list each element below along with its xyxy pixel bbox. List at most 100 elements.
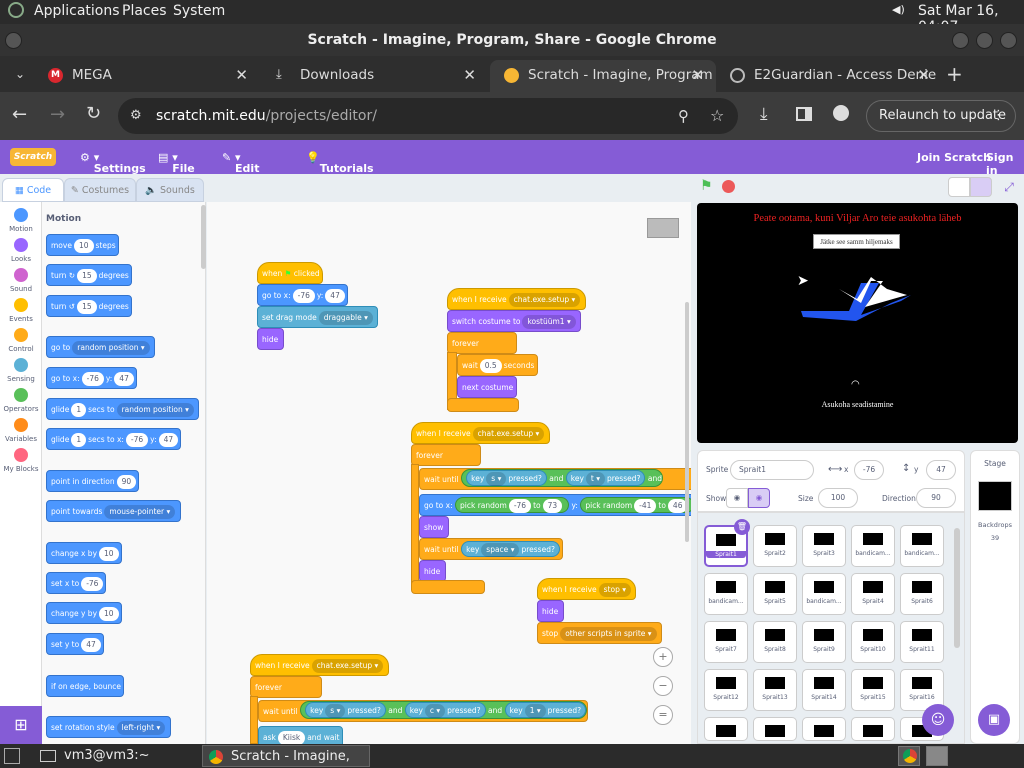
taskbar-terminal[interactable]: vm3@vm3:~ — [34, 746, 198, 766]
sprite-tile[interactable]: Sprait6 — [900, 573, 944, 615]
category-events[interactable]: Events — [0, 298, 42, 323]
point-direction-block[interactable]: point in direction 90 — [46, 470, 140, 492]
and-operator[interactable]: key s ▾ pressed? and key t ▾ pressed? and — [461, 469, 663, 487]
when-receive-hat[interactable]: when I receive stop ▾ — [537, 578, 637, 600]
rotation-style-block[interactable]: set rotation style left-right ▾ — [46, 716, 171, 738]
large-stage-icon[interactable] — [970, 177, 992, 197]
sprite-tile[interactable] — [753, 717, 797, 741]
forever-block[interactable]: forever — [411, 444, 481, 466]
tab-downloads[interactable]: ⤓ Downloads ✕ — [262, 60, 488, 92]
forward-icon[interactable]: → — [50, 104, 65, 125]
sprite-tile[interactable]: Sprait7 — [704, 621, 748, 663]
category-operators[interactable]: Operators — [0, 388, 42, 413]
ask-block[interactable]: ask Kiisk and wait — [258, 726, 343, 744]
sprite-tile[interactable]: Sprait14 — [802, 669, 846, 711]
when-receive-hat[interactable]: when I receive chat.exe.setup ▾ — [447, 288, 586, 310]
sprite-y-input[interactable]: 47 — [926, 460, 956, 480]
join-scratch-link[interactable]: Join Scratch — [917, 151, 991, 164]
close-tab-icon[interactable]: ✕ — [463, 60, 476, 90]
move-block[interactable]: move 10 steps — [46, 234, 120, 256]
close-tab-icon[interactable]: ✕ — [917, 60, 930, 90]
when-flag-hat[interactable]: when ⚑ clicked — [257, 262, 324, 284]
sprite-tile[interactable]: bandicam... — [900, 525, 944, 567]
next-costume-block[interactable]: next costume — [457, 376, 517, 398]
tab-code[interactable]: ▦ Code — [2, 178, 64, 202]
small-stage-icon[interactable] — [948, 177, 970, 197]
category-control[interactable]: Control — [0, 328, 42, 353]
sprite-tile[interactable]: bandicam... — [802, 573, 846, 615]
bounce-block[interactable]: if on edge, bounce — [46, 675, 125, 697]
glide-block[interactable]: glide 1 secs to random position ▾ — [46, 398, 200, 420]
sprite-size-input[interactable]: 100 — [818, 488, 858, 508]
volume-icon[interactable]: ◀) — [892, 3, 905, 16]
bookmark-star-icon[interactable]: ☆ — [710, 98, 724, 134]
goto-block[interactable]: go to random position ▾ — [46, 336, 155, 358]
stop-icon[interactable] — [722, 180, 735, 193]
sprite-x-input[interactable]: -76 — [854, 460, 884, 480]
category-my-blocks[interactable]: My Blocks — [0, 448, 42, 473]
sprite-tile[interactable] — [704, 717, 748, 741]
tab-search-icon[interactable]: ⌄ — [10, 64, 30, 84]
workspace-minimap[interactable] — [647, 218, 679, 238]
forever-block[interactable]: forever — [250, 676, 322, 698]
hide-block[interactable]: hide — [257, 328, 284, 350]
sprite-tile[interactable]: bandicam... — [704, 573, 748, 615]
sprite-tile[interactable] — [802, 717, 846, 741]
scratch-logo[interactable]: Scratch — [10, 148, 56, 166]
workspace-2[interactable] — [926, 746, 948, 766]
relaunch-button[interactable]: Relaunch to update ⋮ — [866, 100, 1016, 132]
sprite-tile[interactable]: Sprait2 — [753, 525, 797, 567]
settings-menu[interactable]: ⚙ Settings ▾ — [80, 151, 146, 175]
places-menu[interactable]: Places — [122, 3, 167, 19]
and-operator[interactable]: key s ▾ pressed? and key c ▾ pressed? and ke… — [300, 701, 588, 719]
wait-until-block[interactable]: wait until key s ▾ pressed? and key c ▾ pres… — [258, 700, 589, 722]
wait-block[interactable]: wait 0.5 seconds — [457, 354, 538, 376]
profile-icon[interactable] — [833, 105, 849, 121]
goto-xy-block[interactable]: go to x: -76 y: 47 — [257, 284, 348, 306]
address-bar[interactable]: ⚙ scratch.mit.edu/projects/editor/ ⚲ ☆ — [118, 98, 738, 134]
taskbar-chrome[interactable]: Scratch - Imagine, P... — [202, 745, 370, 767]
category-sound[interactable]: Sound — [0, 268, 42, 293]
sprite-tile[interactable]: Sprait15 — [851, 669, 895, 711]
zoom-icon[interactable]: ⚲ — [678, 98, 689, 134]
site-info-icon[interactable]: ⚙ — [130, 98, 142, 134]
window-menu-button[interactable] — [5, 32, 22, 49]
stage[interactable]: Peate ootama, kuni Viljar Aro teie asuko… — [697, 203, 1018, 443]
choose-sprite-button[interactable]: ☺ — [922, 704, 954, 736]
sprite-tile[interactable]: Sprait3 — [802, 525, 846, 567]
category-motion[interactable]: Motion — [0, 208, 42, 233]
sprite-name-input[interactable]: Sprait1 — [730, 460, 814, 480]
file-menu[interactable]: ▤ File ▾ — [158, 151, 195, 175]
sprite-tile[interactable]: Sprait11 — [900, 621, 944, 663]
when-receive-hat[interactable]: when I receive chat.exe.setup ▾ — [411, 422, 550, 444]
sprite-tile[interactable]: Sprait9 — [802, 621, 846, 663]
sprite-tile[interactable]: Sprait13 — [753, 669, 797, 711]
edit-menu[interactable]: ✎ Edit ▾ — [222, 151, 259, 175]
green-flag-icon[interactable]: ⚑ — [700, 178, 718, 196]
point-towards-block[interactable]: point towards mouse-pointer ▾ — [46, 500, 181, 522]
skip-button[interactable]: Jätke see samm hiljemaks — [813, 234, 900, 249]
close-window-button[interactable] — [1000, 32, 1017, 49]
hide-block[interactable]: hide — [537, 600, 564, 622]
show-hidden-icon[interactable]: ◉ — [748, 488, 770, 508]
stop-block[interactable]: stop other scripts in sprite ▾ — [537, 622, 662, 644]
change-y-block[interactable]: change y by 10 — [46, 602, 122, 624]
tab-scratch[interactable]: Scratch - Imagine, Program ✕ — [490, 60, 716, 92]
tab-e2guardian[interactable]: E2Guardian - Access Denie ✕ — [716, 60, 942, 92]
category-sensing[interactable]: Sensing — [0, 358, 42, 383]
fullscreen-icon[interactable]: ⤢ — [998, 177, 1020, 197]
stage-selector[interactable]: Stage Backdrops 39 — [970, 450, 1020, 744]
show-desktop-icon[interactable] — [4, 748, 20, 764]
choose-backdrop-button[interactable]: ▣ — [978, 704, 1010, 736]
back-icon[interactable]: ← — [12, 104, 27, 125]
tab-mega[interactable]: M MEGA ✕ — [34, 60, 260, 92]
turn-cw-block[interactable]: turn ↻ 15 degrees — [46, 264, 133, 286]
switch-costume-block[interactable]: switch costume to kostüüm1 ▾ — [447, 310, 582, 332]
system-menu[interactable]: System — [173, 3, 225, 19]
zoom-reset-icon[interactable]: = — [653, 705, 673, 725]
tab-sounds[interactable]: 🔈 Sounds — [136, 178, 204, 202]
palette-scrollbar[interactable] — [201, 205, 206, 269]
category-looks[interactable]: Looks — [0, 238, 42, 263]
reload-icon[interactable]: ↻ — [86, 103, 101, 124]
tab-costumes[interactable]: ✎ Costumes — [64, 178, 136, 202]
